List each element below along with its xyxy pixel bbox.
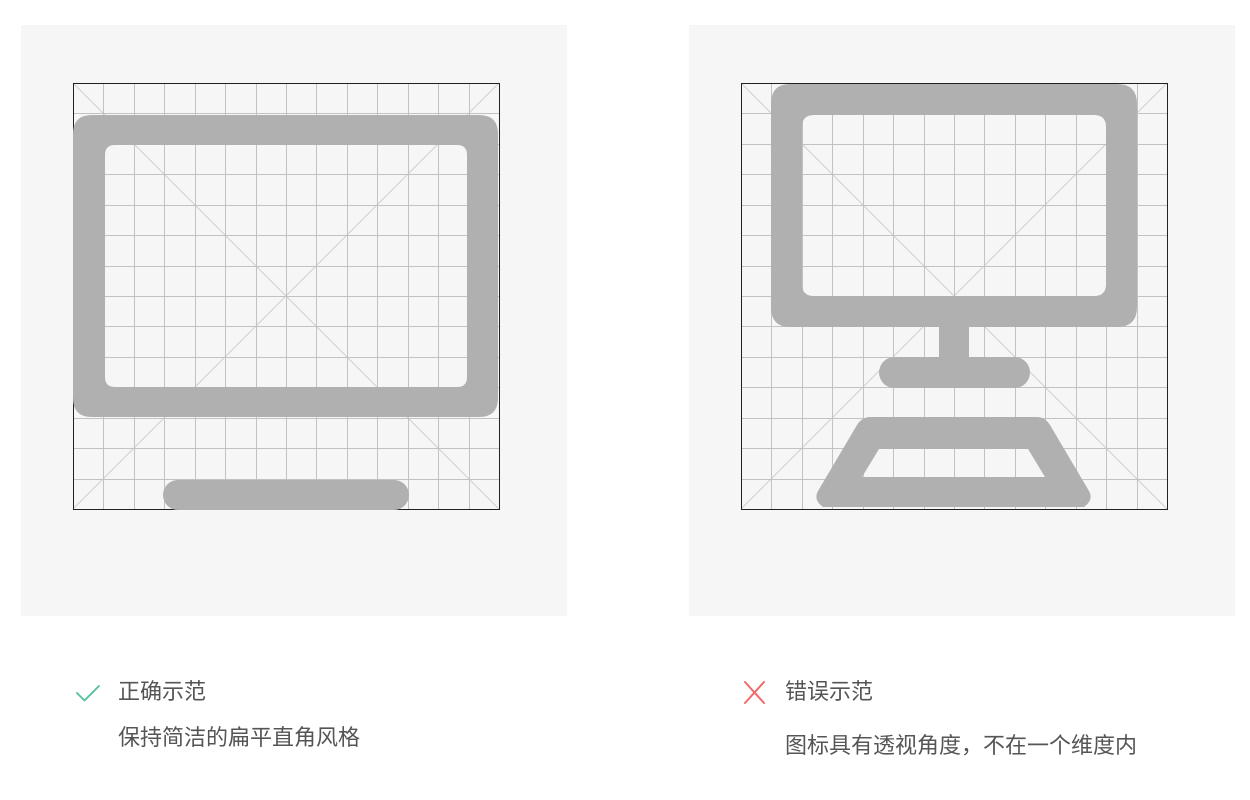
keyboard-frame	[816, 417, 1091, 507]
monitor-base-bar	[163, 480, 409, 510]
correct-example-title: 正确示范	[118, 680, 207, 705]
wrong-example-description: 图标具有透视角度，不在一个维度内	[785, 734, 1138, 759]
wrong-example-panel	[689, 25, 1235, 616]
check-icon	[75, 680, 101, 706]
icon-grid	[72, 82, 500, 510]
wrong-example-title: 错误示范	[785, 680, 874, 705]
correct-example-description: 保持简洁的扁平直角风格	[118, 726, 361, 751]
cross-icon	[742, 680, 768, 706]
correct-example-panel	[21, 25, 567, 616]
monitor-stand-bar	[879, 357, 1030, 388]
monitor-perspective-icon	[740, 82, 1168, 510]
monitor-flat-icon	[72, 82, 500, 510]
monitor-neck	[939, 325, 969, 362]
